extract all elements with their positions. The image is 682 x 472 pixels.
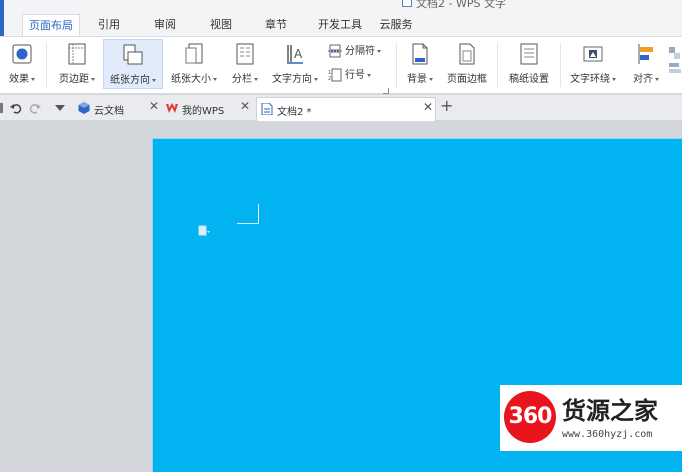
watermark-logo: 360: [504, 391, 556, 443]
chevron-down-icon: [612, 77, 616, 81]
page-margin-corner-mark: [237, 204, 259, 224]
menu-bar: 页面布局 引用 审阅 视图 章节 开发工具 云服务: [0, 14, 682, 37]
save-icon[interactable]: [0, 102, 10, 114]
text-direction-icon: A: [287, 45, 303, 64]
chevron-down-icon: [377, 49, 381, 53]
svg-text:2: 2: [328, 76, 331, 82]
new-tab-plus-icon[interactable]: +: [440, 96, 453, 115]
close-icon[interactable]: ✕: [240, 99, 250, 113]
columns-button[interactable]: 分栏: [225, 39, 265, 89]
separator-icon: [328, 44, 342, 58]
chevron-down-icon: [429, 77, 433, 81]
doc-tab-label: 文档2 *: [277, 107, 312, 118]
draft-settings-button[interactable]: 稿纸设置: [503, 39, 555, 89]
ribbon-toolbar: 效果 页边距 纸张方向 纸张大小 分栏 A 文字方向 分隔符 1 2 行号 背景…: [0, 36, 682, 94]
site-watermark: 360 货源之家 www.360hyzj.com: [500, 385, 682, 451]
chevron-down-icon: [31, 77, 35, 81]
page-border-button[interactable]: 页面边框: [442, 39, 492, 89]
chevron-down-icon: [254, 77, 258, 81]
line-number-icon: 1 2: [328, 68, 342, 82]
doc-tab-label: 云文档: [94, 106, 124, 117]
size-button[interactable]: 纸张大小: [166, 39, 222, 89]
columns-icon: [236, 43, 254, 65]
align-label: 对齐: [633, 74, 653, 85]
chevron-down-icon: [152, 78, 156, 82]
draft-settings-label: 稿纸设置: [509, 74, 549, 85]
draft-paper-icon: [520, 43, 538, 65]
chevron-down-icon: [655, 77, 659, 81]
chevron-down-icon: [91, 77, 95, 81]
line-number-button[interactable]: 1 2 行号: [328, 67, 371, 85]
tab-view[interactable]: 视图: [204, 14, 238, 36]
doc-tab-cloud-docs[interactable]: 云文档 ✕: [70, 97, 164, 121]
page-margins-icon: [68, 43, 86, 65]
chevron-down-icon: [213, 77, 217, 81]
tab-section[interactable]: 章节: [259, 14, 293, 36]
line-number-label: 行号: [345, 70, 365, 81]
redo-icon[interactable]: [29, 102, 41, 114]
divider: [46, 43, 47, 87]
columns-label: 分栏: [232, 74, 252, 85]
text-wrap-icon: [583, 46, 603, 62]
dialog-launcher-icon[interactable]: [383, 88, 389, 94]
svg-text:A: A: [294, 47, 303, 61]
tab-cloud-service[interactable]: 云服务: [377, 14, 415, 36]
chevron-down-icon: [314, 77, 318, 81]
effect-button[interactable]: 效果: [2, 39, 42, 89]
orientation-button[interactable]: 纸张方向: [103, 39, 163, 89]
quick-access-dropdown-icon[interactable]: [55, 105, 65, 111]
page-orientation-icon: [123, 44, 143, 65]
accent-strip: [0, 0, 4, 36]
paper-size-icon: [185, 43, 203, 64]
tab-review[interactable]: 审阅: [148, 14, 182, 36]
watermark-url: www.360hyzj.com: [562, 429, 653, 440]
undo-icon[interactable]: [10, 102, 22, 114]
tab-page-layout[interactable]: 页面布局: [22, 14, 80, 37]
page-border-icon: [459, 43, 475, 65]
align-button[interactable]: 对齐: [626, 39, 666, 89]
background-button[interactable]: 背景: [400, 39, 440, 89]
effect-label: 效果: [9, 74, 29, 85]
tab-references[interactable]: 引用: [92, 14, 126, 36]
separator-label: 分隔符: [345, 46, 375, 57]
text-wrap-button[interactable]: 文字环绕: [564, 39, 622, 89]
background-label: 背景: [407, 74, 427, 85]
watermark-name: 货源之家: [562, 396, 658, 425]
background-icon: [412, 43, 428, 65]
orientation-label: 纸张方向: [110, 75, 150, 86]
document-tab-bar: 云文档 ✕ 我的WPS ✕ 文档2 * ✕: [0, 95, 682, 121]
doc-tab-my-wps[interactable]: 我的WPS ✕: [158, 97, 254, 121]
cloud-docs-icon: [78, 102, 90, 114]
more-tools-icon[interactable]: [668, 45, 682, 77]
effect-icon: [12, 44, 32, 64]
word-document-icon: [261, 103, 273, 115]
margins-label: 页边距: [59, 74, 89, 85]
title-bar: 文档2 - WPS 文字: [0, 0, 682, 14]
tab-developer-tools[interactable]: 开发工具: [310, 14, 370, 36]
doc-tab-document-2[interactable]: 文档2 * ✕: [256, 97, 436, 121]
text-direction-label: 文字方向: [272, 74, 312, 85]
separator-button[interactable]: 分隔符: [328, 43, 381, 61]
align-icon: [638, 44, 653, 64]
text-wrap-label: 文字环绕: [570, 74, 610, 85]
text-direction-button[interactable]: A 文字方向: [266, 39, 324, 89]
document-icon: [402, 0, 412, 7]
divider: [396, 43, 397, 87]
chevron-down-icon: [367, 73, 371, 77]
page-border-label: 页面边框: [447, 74, 487, 85]
size-label: 纸张大小: [171, 74, 211, 85]
divider: [560, 43, 561, 87]
paste-options-icon[interactable]: [198, 225, 210, 237]
margins-button[interactable]: 页边距: [52, 39, 102, 89]
window-title: 文档2 - WPS 文字: [416, 0, 506, 10]
divider: [497, 43, 498, 87]
close-icon[interactable]: ✕: [423, 100, 433, 114]
wps-logo-icon: [166, 103, 178, 113]
doc-tab-label: 我的WPS: [182, 106, 225, 117]
